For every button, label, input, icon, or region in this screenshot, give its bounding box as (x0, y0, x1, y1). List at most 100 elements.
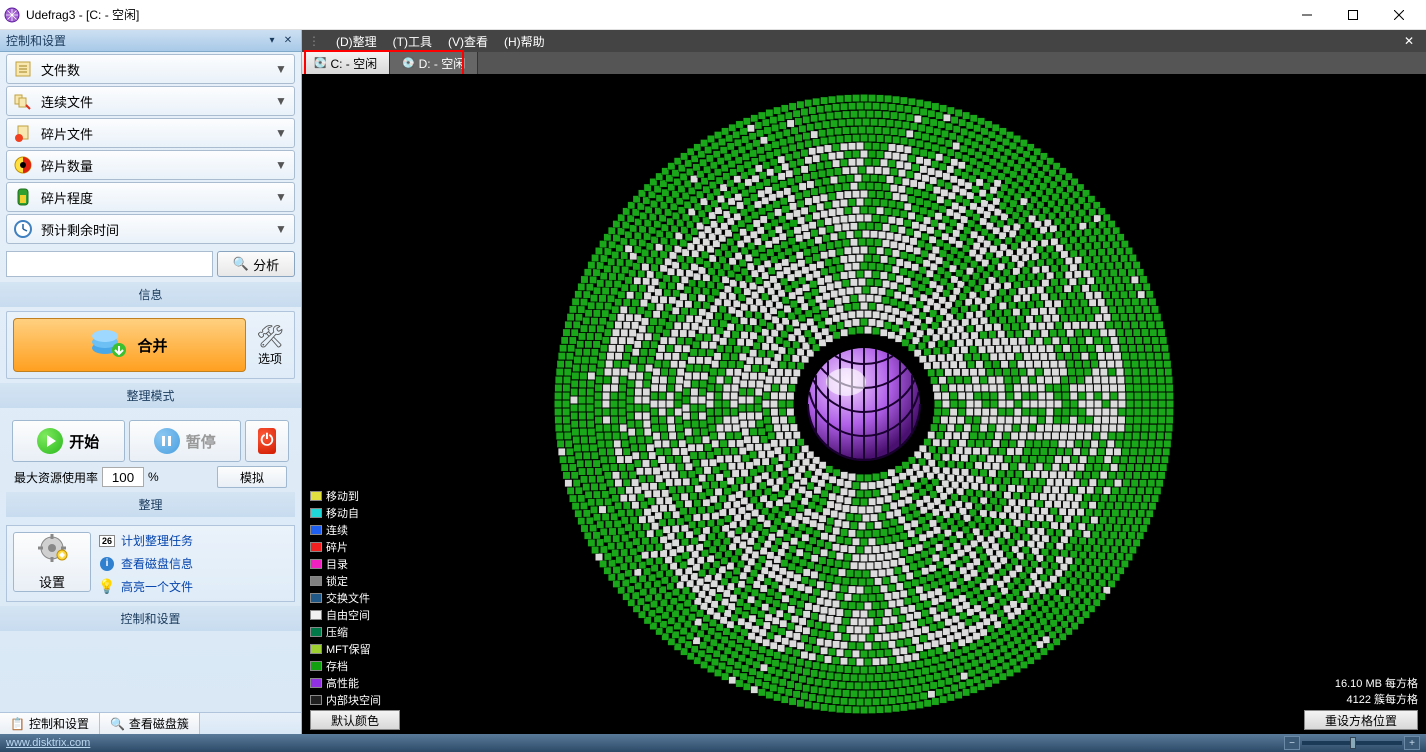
analyze-button[interactable]: 🔍 分析 (217, 251, 295, 277)
merge-button[interactable]: 合并 (13, 318, 246, 372)
info-clusters: 4122 簇每方格 (1335, 693, 1418, 708)
settings-link-1[interactable]: i查看磁盘信息 (99, 555, 193, 572)
drive-tab-0[interactable]: 💽C: - 空闲 (302, 52, 390, 74)
metric-label: 碎片程度 (41, 188, 274, 207)
metric-icon (13, 123, 33, 143)
search-input[interactable] (6, 251, 213, 277)
chevron-down-icon: ▼ (274, 222, 288, 236)
calendar-icon: 26 (99, 533, 115, 549)
metric-3[interactable]: 碎片数量▼ (6, 150, 295, 180)
legend-item-5: 锁定 (310, 573, 381, 589)
legend-item-11: 高性能 (310, 675, 381, 691)
mode-section-title: 整理模式 (0, 383, 301, 408)
power-icon: ⏻ (258, 428, 276, 454)
drive-tabs: 💽C: - 空闲💽D: - 空闲 (302, 52, 1426, 74)
chevron-down-icon: ▼ (274, 158, 288, 172)
metric-0[interactable]: 文件数▼ (6, 54, 295, 84)
pause-icon (154, 428, 180, 454)
close-button[interactable] (1376, 0, 1422, 30)
zoom-in-button[interactable]: + (1404, 736, 1420, 750)
sidebar: 控制和设置 ▾ ✕ 文件数▼连续文件▼碎片文件▼碎片数量▼碎片程度▼预计剩余时间… (0, 30, 302, 734)
hdd-icon: 💽 (314, 58, 326, 69)
info-icon: i (99, 556, 115, 572)
main-view: ⋮ (D)整理(T)工具(V)查看(H)帮助 ✕ 💽C: - 空闲💽D: - 空… (302, 30, 1426, 734)
settings-link-0[interactable]: 26计划整理任务 (99, 532, 193, 549)
metric-4[interactable]: 碎片程度▼ (6, 182, 295, 212)
legend-item-8: 压缩 (310, 624, 381, 640)
stop-button[interactable]: ⏻ (245, 420, 289, 462)
options-button[interactable]: 🛠 选项 (252, 324, 288, 367)
window-titlebar: Udefrag3 - [C: - 空闲] (0, 0, 1426, 30)
start-button[interactable]: 开始 (12, 420, 125, 462)
legend-swatch (310, 559, 322, 569)
legend-swatch (310, 644, 322, 654)
legend-item-1: 移动自 (310, 505, 381, 521)
sidebar-close-icon[interactable]: ✕ (281, 34, 295, 48)
metric-2[interactable]: 碎片文件▼ (6, 118, 295, 148)
legend-swatch (310, 627, 322, 637)
metric-icon (13, 187, 33, 207)
info-section-title: 信息 (0, 282, 301, 307)
chevron-down-icon: ▼ (274, 62, 288, 76)
ctrl-section-title: 控制和设置 (0, 606, 301, 631)
legend-swatch (310, 610, 322, 620)
tab-icon: 🔍 (110, 717, 125, 731)
legend-swatch (310, 525, 322, 535)
info-per-square: 16.10 MB 每方格 (1335, 677, 1418, 692)
resource-label: 最大资源使用率 (14, 469, 98, 486)
mdi-close-icon[interactable]: ✕ (1398, 34, 1420, 48)
legend-swatch (310, 576, 322, 586)
magnifier-icon: 🔍 (233, 256, 249, 272)
legend-swatch (310, 542, 322, 552)
menu-item-3[interactable]: (H)帮助 (496, 33, 553, 50)
app-icon (4, 7, 20, 23)
window-title: Udefrag3 - [C: - 空闲] (26, 6, 1284, 23)
maximize-button[interactable] (1330, 0, 1376, 30)
zoom-control: − + (1284, 736, 1420, 750)
legend-item-2: 连续 (310, 522, 381, 538)
menu-item-2[interactable]: (V)查看 (440, 33, 496, 50)
tab-icon: 📋 (10, 717, 25, 731)
sidebar-title: 控制和设置 (6, 32, 66, 49)
menu-item-0[interactable]: (D)整理 (328, 33, 385, 50)
legend-item-6: 交换文件 (310, 590, 381, 606)
status-url[interactable]: www.disktrix.com (6, 737, 90, 749)
metric-label: 碎片数量 (41, 156, 274, 175)
grid-info: 16.10 MB 每方格 4122 簇每方格 (1335, 677, 1418, 708)
sidebar-menu-icon[interactable]: ▾ (265, 34, 279, 48)
legend-swatch (310, 661, 322, 671)
metric-label: 文件数 (41, 60, 274, 79)
legend-swatch (310, 678, 322, 688)
menu-grip-icon[interactable]: ⋮ (308, 34, 320, 48)
simulate-button[interactable]: 模拟 (217, 466, 287, 488)
settings-link-2[interactable]: 💡高亮一个文件 (99, 578, 193, 595)
chevron-down-icon: ▼ (274, 126, 288, 140)
metric-icon (13, 59, 33, 79)
legend-item-7: 自由空间 (310, 607, 381, 623)
bulb-icon: 💡 (99, 579, 115, 595)
metric-5[interactable]: 预计剩余时间▼ (6, 214, 295, 244)
tools-icon: 🛠 (252, 324, 288, 350)
merge-icon (91, 326, 127, 365)
legend-swatch (310, 593, 322, 603)
drive-tab-1[interactable]: 💽D: - 空闲 (390, 52, 478, 74)
legend-item-4: 目录 (310, 556, 381, 572)
reset-grid-button[interactable]: 重设方格位置 (1304, 710, 1418, 730)
legend-item-3: 碎片 (310, 539, 381, 555)
minimize-button[interactable] (1284, 0, 1330, 30)
legend-swatch (310, 491, 322, 501)
metric-1[interactable]: 连续文件▼ (6, 86, 295, 116)
metric-icon (13, 91, 33, 111)
hdd-icon: 💽 (402, 58, 414, 69)
disk-visualization[interactable]: 移动到移动自连续碎片目录锁定交换文件自由空间压缩MFT保留存档高性能内部块空间 … (302, 74, 1426, 734)
zoom-slider[interactable] (1302, 741, 1402, 745)
pause-button[interactable]: 暂停 (129, 420, 242, 462)
zoom-out-button[interactable]: − (1284, 736, 1300, 750)
legend-swatch (310, 695, 322, 705)
resource-input[interactable] (102, 467, 144, 487)
menu-item-1[interactable]: (T)工具 (385, 33, 440, 50)
sidebar-tab-1[interactable]: 🔍查看磁盘簇 (100, 713, 200, 734)
sidebar-tab-0[interactable]: 📋控制和设置 (0, 713, 100, 734)
default-colors-button[interactable]: 默认颜色 (310, 710, 400, 730)
settings-button[interactable]: 设置 (13, 532, 91, 592)
